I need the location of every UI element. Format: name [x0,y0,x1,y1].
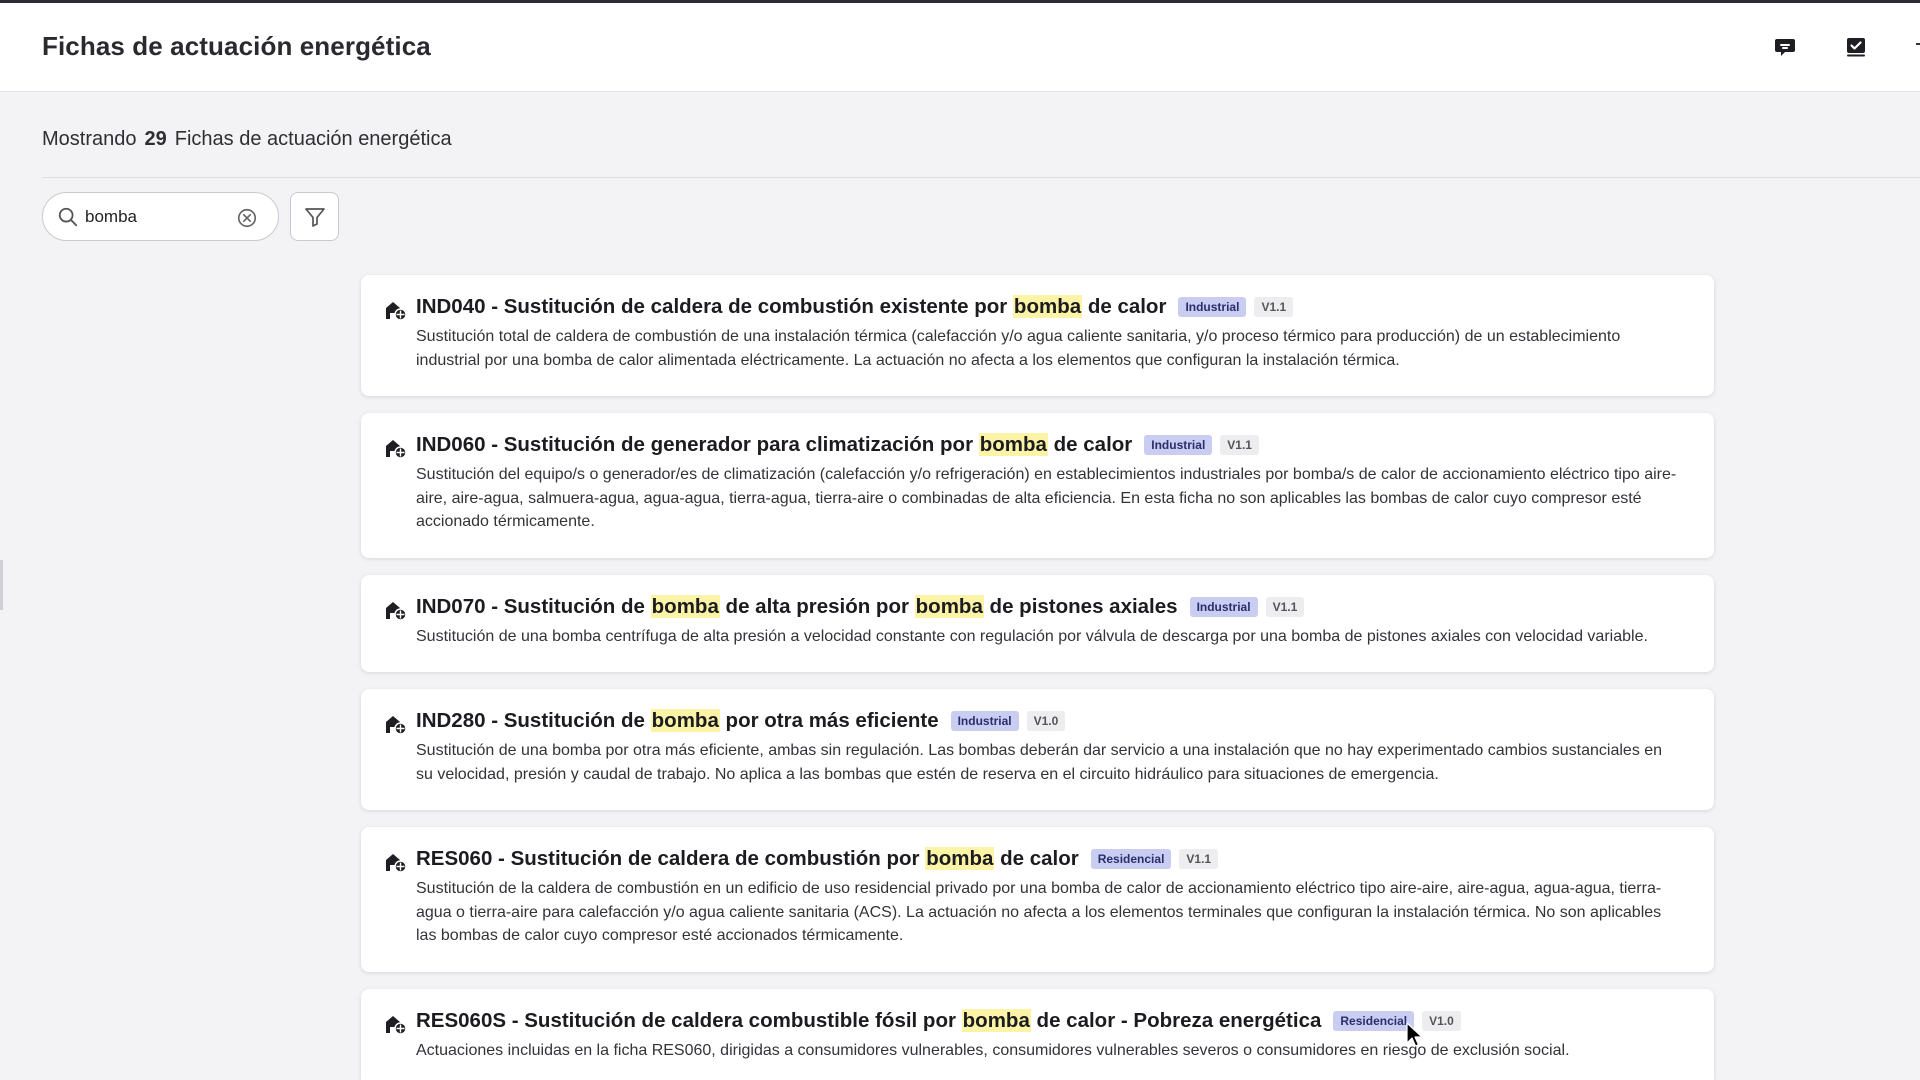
search-icon [58,207,78,227]
summary-divider [42,177,1920,178]
sector-tag: Industrial [1189,596,1258,617]
tasks-button[interactable] [1840,31,1872,63]
search-box [42,192,279,241]
checklist-icon [1847,38,1865,57]
energy-sheet-icon [386,440,407,459]
card-title-row: IND060 - Sustitución de generador para c… [416,433,1678,457]
energy-sheet-card[interactable]: RES060S - Sustitución de caldera combust… [361,988,1714,1080]
card-title: RES060S - Sustitución de caldera combust… [416,1008,1322,1032]
clear-search-icon[interactable] [236,207,258,229]
card-title: IND280 - Sustitución de bomba por otra m… [416,709,939,732]
card-title: RES060 - Sustitución de caldera de combu… [416,847,1079,870]
header-edge-fragment [1916,43,1920,53]
card-title: IND060 - Sustitución de generador para c… [416,433,1133,456]
energy-sheet-icon [386,1015,407,1035]
search-highlight: bomba [914,594,984,618]
card-title-row: RES060 - Sustitución de caldera de combu… [416,847,1678,871]
page-header: Fichas de actuación energética [0,3,1920,92]
card-description: Sustitución total de caldera de combusti… [416,328,1621,369]
card-title: IND070 - Sustitución de bomba de alta pr… [416,594,1178,618]
card-list: IND040 - Sustitución de caldera de combu… [361,275,1714,1080]
energy-sheet-icon [386,302,407,321]
search-highlight: bomba [925,847,995,870]
results-prefix: Mostrando [42,128,137,150]
version-tag: V1.0 [1422,1010,1461,1031]
energy-sheet-card[interactable]: IND280 - Sustitución de bomba por otra m… [361,689,1714,810]
results-suffix: Fichas de actuación energética [174,128,452,150]
search-highlight: bomba [650,709,720,732]
search-input[interactable] [85,205,225,229]
card-description: Actuaciones incluidas en la ficha RES060… [416,1041,1570,1059]
search-highlight: bomba [1012,295,1083,318]
mouse-cursor-icon [1406,1022,1423,1047]
side-panel-handle[interactable] [0,560,3,610]
card-title-row: IND040 - Sustitución de caldera de combu… [416,295,1678,319]
card-title-row: IND280 - Sustitución de bomba por otra m… [416,709,1678,733]
sector-tag: Residencial [1090,849,1172,869]
card-description: Sustitución de una bomba por otra más ef… [416,742,1663,783]
filter-button[interactable] [290,192,339,241]
energy-sheet-card[interactable]: IND070 - Sustitución de bomba de alta pr… [361,574,1714,672]
sector-tag: Industrial [1178,297,1247,317]
version-tag: V1.1 [1265,596,1305,617]
sector-tag: Industrial [1144,435,1213,455]
search-highlight: bomba [650,594,720,618]
energy-sheet-icon [386,854,407,873]
chat-bubble-icon [1775,39,1795,56]
filter-funnel-icon [304,207,325,227]
results-count: 29 [144,128,167,150]
sector-tag: Industrial [950,711,1019,731]
card-title: IND040 - Sustitución de caldera de combu… [416,295,1167,318]
card-description: Sustitución de una bomba centrífuga de a… [416,627,1648,645]
card-description: Sustitución del equipo/s o generador/es … [416,466,1677,530]
energy-sheet-icon [386,601,407,621]
chat-button[interactable] [1769,31,1801,63]
card-description: Sustitución de la caldera de combustión … [416,880,1662,944]
app-root: Fichas de actuación energética Mostrando… [0,0,1920,1080]
version-tag: V1.1 [1220,435,1259,455]
energy-sheet-card[interactable]: IND060 - Sustitución de generador para c… [361,413,1714,558]
sector-tag: Residencial [1333,1010,1415,1031]
results-summary: Mostrando 29 Fichas de actuación energétic… [42,128,452,151]
search-highlight: bomba [978,433,1048,456]
version-tag: V1.1 [1179,849,1219,869]
energy-sheet-card[interactable]: IND040 - Sustitución de caldera de combu… [361,275,1714,396]
card-title-row: IND070 - Sustitución de bomba de alta pr… [416,594,1678,619]
card-title-row: RES060S - Sustitución de caldera combust… [416,1008,1678,1033]
version-tag: V1.0 [1026,711,1066,731]
search-highlight: bomba [961,1008,1031,1032]
version-tag: V1.1 [1254,297,1294,317]
energy-sheet-icon [386,716,407,735]
page-title: Fichas de actuación energética [42,31,431,61]
energy-sheet-card[interactable]: RES060 - Sustitución de caldera de combu… [361,827,1714,972]
